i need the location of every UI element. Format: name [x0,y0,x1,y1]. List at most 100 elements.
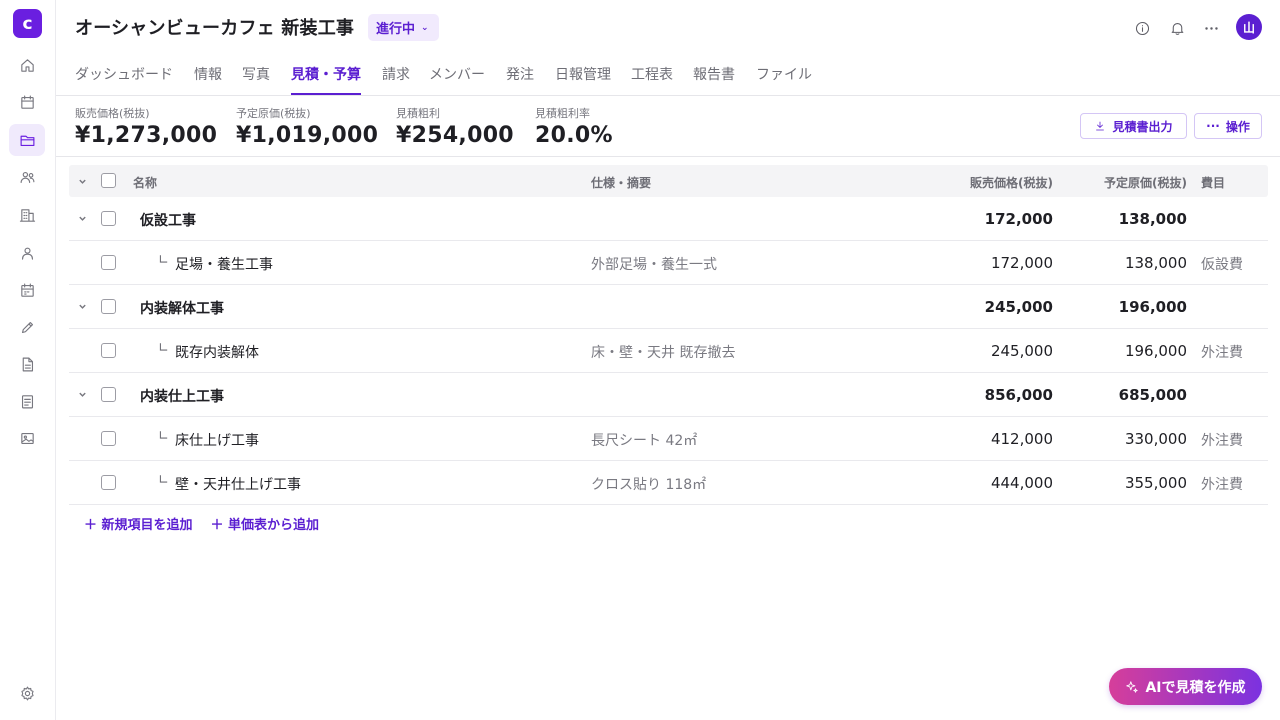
metric-label: 販売価格(税抜) [75,107,150,120]
row-planned-cost: 685,000 [1118,386,1187,404]
row-category: 外注費 [1201,345,1243,361]
notifications-button[interactable] [1164,15,1190,41]
row-spec: 床・壁・天井 既存撤去 [591,345,736,361]
row-name: 床仕上げ工事 [175,433,259,449]
expand-all-toggle[interactable] [76,172,88,190]
table-row[interactable]: 内装解体工事 245,000 196,000 [69,285,1268,329]
document-icon [22,357,33,371]
row-checkbox[interactable] [101,299,116,314]
row-checkbox[interactable] [101,475,116,490]
more-button[interactable] [1198,15,1224,41]
row-checkbox[interactable] [101,211,116,226]
row-planned-cost: 196,000 [1118,298,1187,316]
column-header-sale-price[interactable]: 販売価格(税抜) [970,174,1053,191]
sidebar-projects[interactable] [9,124,45,156]
column-header-category[interactable]: 費目 [1201,174,1225,191]
column-header-planned-cost[interactable]: 予定原価(税抜) [1104,174,1187,191]
tab-members[interactable]: メンバー [429,64,485,95]
tab-schedule[interactable]: 工程表 [631,64,673,95]
status-label: 進行中 [376,22,416,37]
collapse-group-toggle[interactable] [76,297,88,315]
sidebar-schedule[interactable] [9,274,45,306]
page-title: オーシャンビューカフェ 新装工事 [75,18,355,39]
actions-label: 操作 [1225,119,1250,134]
image-icon [20,432,34,444]
chevron-down-icon [78,216,86,221]
table-row[interactable]: 仮設工事 172,000 138,000 [69,197,1268,241]
sidebar-home[interactable] [9,49,45,81]
table-row[interactable]: ∟ 床仕上げ工事 長尺シート 42㎡ 412,000 330,000 外注費 [69,417,1268,461]
chevron-down-icon [78,392,86,397]
avatar[interactable]: 山 [1236,14,1262,40]
app-logo[interactable]: c [13,9,42,38]
row-spec: クロス貼り 118㎡ [591,477,707,493]
user-icon [21,247,33,260]
export-estimate-button[interactable]: 見積書出力 [1080,113,1187,139]
pencil-icon [21,321,33,333]
metric-value: ¥1,273,000 [75,123,218,148]
table-row[interactable]: ∟ 既存内装解体 床・壁・天井 既存撤去 245,000 196,000 外注費 [69,329,1268,373]
collapse-group-toggle[interactable] [76,385,88,403]
sidebar-edit[interactable] [9,311,45,343]
info-button[interactable] [1129,15,1155,41]
folder-icon [20,135,34,146]
add-new-item-link[interactable]: ＋ 新規項目を追加 [84,514,193,533]
collapse-group-toggle[interactable] [76,209,88,227]
row-planned-cost: 138,000 [1124,254,1187,272]
add-item-links: ＋ 新規項目を追加 ＋ 単価表から追加 [84,514,319,533]
row-name: 仮設工事 [140,213,196,229]
row-name: 足場・養生工事 [175,257,273,273]
calendar-icon [20,95,34,109]
tab-dashboard[interactable]: ダッシュボード [75,64,173,95]
chevron-down-icon [78,179,86,184]
tab-estimate-budget[interactable]: 見積・予算 [291,64,361,95]
status-dropdown[interactable]: 進行中 ⌄ [368,14,439,41]
tab-reports[interactable]: 報告書 [693,64,735,95]
tree-branch-icon: ∟ [158,341,169,356]
ai-create-estimate-button[interactable]: AIで見積を作成 [1109,668,1262,705]
row-category: 仮設費 [1201,257,1243,273]
sidebar-companies[interactable] [9,199,45,231]
sidebar-reports[interactable] [9,385,45,417]
metric-profit-rate: 見積粗利率 20.0% [535,105,613,148]
building-icon [19,208,35,222]
select-all-checkbox[interactable] [101,173,116,188]
column-header-name[interactable]: 名称 [133,174,157,191]
sidebar-user[interactable] [9,237,45,269]
table-row[interactable]: ∟ 壁・天井仕上げ工事 クロス貼り 118㎡ 444,000 355,000 外… [69,461,1268,505]
sidebar-members[interactable] [9,161,45,193]
metric-value: ¥1,019,000 [236,123,379,148]
row-checkbox[interactable] [101,343,116,358]
table-row[interactable]: ∟ 足場・養生工事 外部足場・養生一式 172,000 138,000 仮設費 [69,241,1268,285]
metric-sale-price: 販売価格(税抜) ¥1,273,000 [75,105,217,148]
row-sale-price: 856,000 [984,386,1053,404]
metric-label: 予定原価(税抜) [236,107,311,120]
list-icon [21,394,33,408]
tab-billing[interactable]: 請求 [382,64,410,95]
metric-label: 見積粗利率 [535,107,590,120]
row-checkbox[interactable] [101,387,116,402]
row-sale-price: 245,000 [990,342,1053,360]
sidebar-calendar[interactable] [9,86,45,118]
tab-info[interactable]: 情報 [194,64,222,95]
actions-button[interactable]: ··· 操作 [1194,113,1262,139]
row-planned-cost: 355,000 [1124,474,1187,492]
tab-orders[interactable]: 発注 [506,64,534,95]
metric-value: 20.0% [535,123,613,148]
row-checkbox[interactable] [101,431,116,446]
sidebar-documents[interactable] [9,348,45,380]
row-name: 内装仕上工事 [140,389,224,405]
row-spec: 外部足場・養生一式 [591,257,717,273]
add-from-price-list-link[interactable]: ＋ 単価表から追加 [211,514,320,533]
tab-files[interactable]: ファイル [756,64,812,95]
row-checkbox[interactable] [101,255,116,270]
sidebar-settings[interactable] [9,677,45,709]
chevron-down-icon [78,304,86,309]
row-category: 外注費 [1201,433,1243,449]
sparkle-icon [1126,680,1139,693]
tab-photos[interactable]: 写真 [242,64,270,95]
column-header-spec[interactable]: 仕様・摘要 [591,174,651,191]
table-row[interactable]: 内装仕上工事 856,000 685,000 [69,373,1268,417]
tab-daily-reports[interactable]: 日報管理 [555,64,611,95]
sidebar-photos[interactable] [9,422,45,454]
